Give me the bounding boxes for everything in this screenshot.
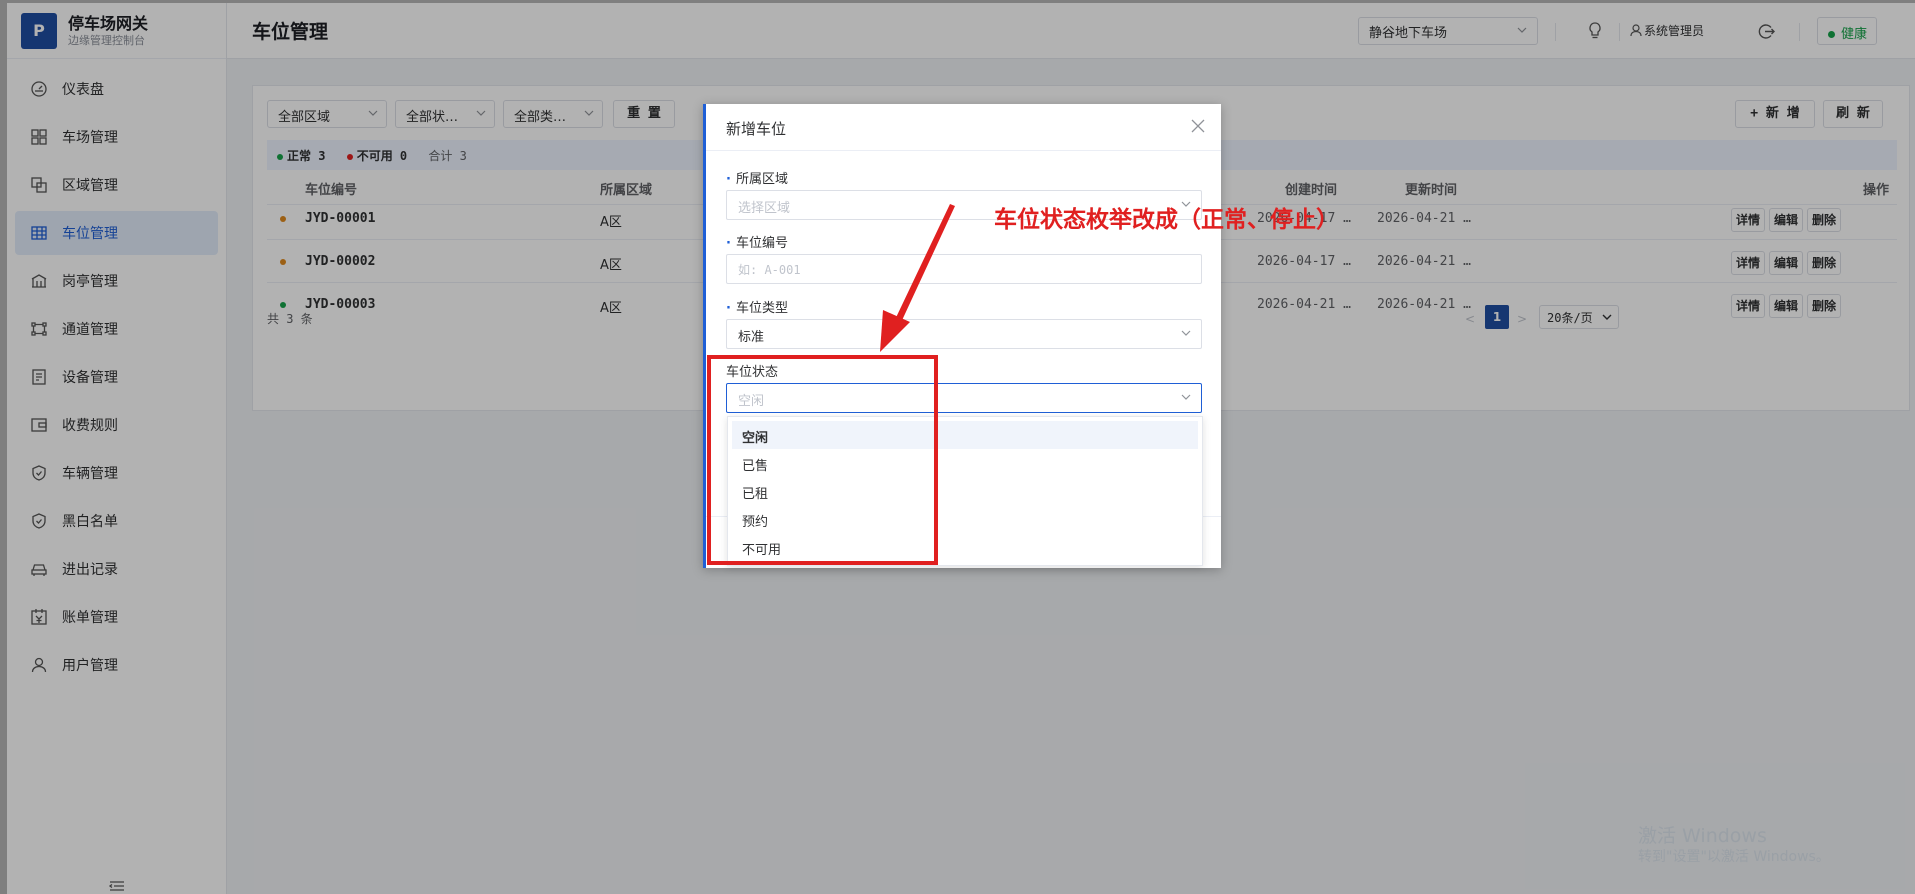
area-field-label: · 所属区域	[726, 172, 788, 187]
area-select-placeholder: 选择区域	[738, 201, 791, 216]
dialog-title: 新增车位	[726, 120, 787, 138]
code-input[interactable]: 如: A-001	[726, 254, 1202, 284]
windows-watermark-subtitle: 转到"设置"以激活 Windows。	[1638, 849, 1830, 865]
chevron-down-icon	[1181, 330, 1191, 336]
type-field-label: · 车位类型	[726, 301, 788, 316]
annotation-text: 车位状态枚举改成（正常、停止）	[994, 207, 1339, 233]
windows-watermark-title: 激活 Windows	[1638, 825, 1767, 847]
annotation-highlight-box	[707, 355, 938, 565]
type-select[interactable]: 标准	[726, 319, 1202, 349]
close-icon[interactable]	[1191, 119, 1205, 133]
dialog-divider	[706, 150, 1221, 151]
type-select-value: 标准	[738, 330, 765, 345]
code-input-placeholder: 如: A-001	[738, 263, 801, 277]
chevron-down-icon	[1181, 394, 1191, 400]
code-field-label: · 车位编号	[726, 236, 788, 251]
